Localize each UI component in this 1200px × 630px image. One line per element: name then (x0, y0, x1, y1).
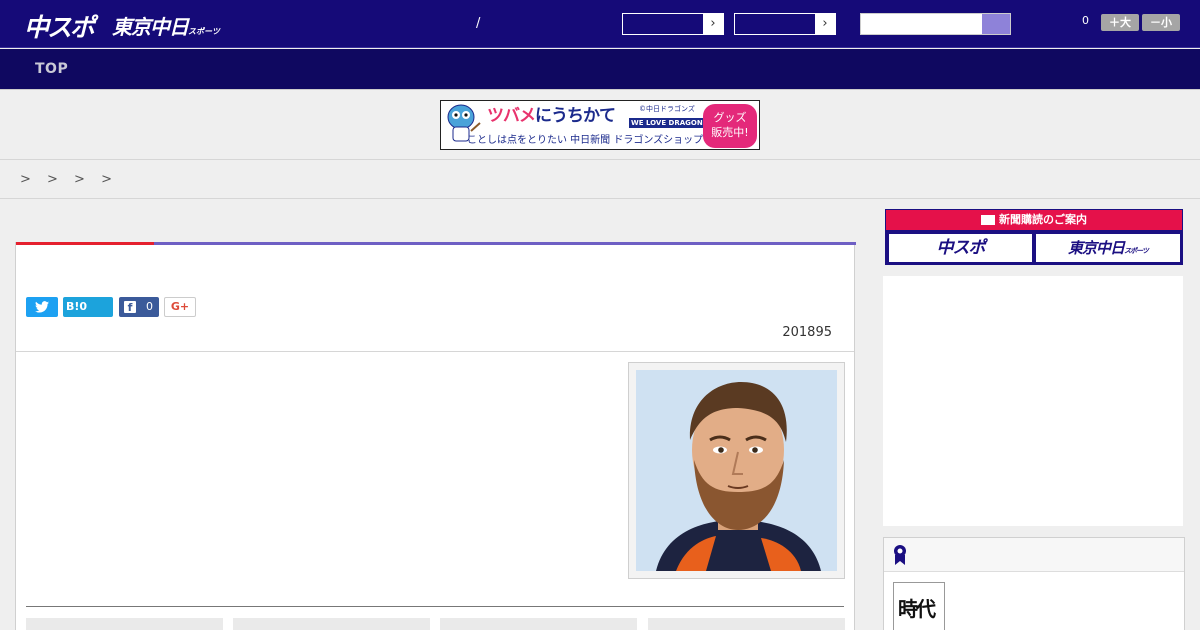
newspaper-icon (981, 215, 995, 225)
goods-line-1: グッズ (713, 111, 747, 124)
ribbon-award-icon (894, 545, 906, 565)
banner-slogan: WE LOVE DRAGONS (629, 118, 710, 128)
category-select-1[interactable]: › (622, 13, 724, 35)
nav-item-top[interactable]: TOP (35, 61, 68, 77)
tokyo-subscribe-text: 東京中日 (1068, 239, 1125, 257)
facebook-share-count: 0 (146, 300, 153, 313)
search-button[interactable] (982, 14, 1010, 34)
article-accent-red (16, 242, 154, 245)
hatena-bookmark-button[interactable]: B!0 (63, 297, 113, 317)
banner-zone: ツバメにうちかて ©中日ドラゴンズ WE LOVE DRAGONS ことしは点を… (0, 90, 1200, 160)
breadcrumb-divider (0, 198, 1200, 199)
article-count: 0 (1082, 14, 1089, 27)
chevron-right-icon: › (703, 14, 723, 34)
twitter-icon (35, 301, 49, 313)
related-article-thumb[interactable] (26, 618, 223, 630)
banner-subtext: ことしは点をとりたい 中日新聞 ドラゴンズショップ (467, 135, 704, 146)
banner-headline: ツバメにうちかて (487, 101, 616, 126)
tokyo-chunichi-subscribe-button[interactable]: 東京中日スポーツ (1036, 234, 1180, 262)
goods-line-2: 販売中! (711, 126, 749, 139)
article-date: 201895 (782, 325, 832, 340)
related-article-thumb[interactable] (233, 618, 430, 630)
tokyo-chunichi-logo[interactable]: 東京中日スポーツ (112, 11, 220, 40)
tokyo-subscribe-small: スポーツ (1124, 247, 1149, 255)
google-plus-share-button[interactable]: G+ (164, 297, 196, 317)
chuspo-logo[interactable]: 中スポ (24, 8, 95, 44)
tokyo-logo-text: 東京中日 (112, 15, 189, 39)
ranking-thumb[interactable]: 時代 (893, 582, 945, 630)
article-header-divider (16, 351, 854, 352)
subscription-guide: 新聞購読のご案内 中スポ 東京中日スポーツ (885, 209, 1183, 265)
portrait-illustration (636, 370, 837, 571)
site-header: 中スポ 東京中日スポーツ / › › 0 ＋大 －小 (0, 0, 1200, 48)
ranking-header (884, 538, 1184, 572)
dragons-shop-banner[interactable]: ツバメにうちかて ©中日ドラゴンズ WE LOVE DRAGONS ことしは点を… (440, 100, 760, 150)
chuspo-subscribe-button[interactable]: 中スポ (889, 234, 1032, 262)
font-size-large-button[interactable]: ＋大 (1101, 14, 1139, 31)
facebook-icon: f (124, 301, 136, 314)
subscription-heading-text: 新聞購読のご案内 (999, 213, 1087, 226)
banner-copyright: ©中日ドラゴンズ (639, 105, 695, 113)
breadcrumb[interactable]: > > > > (20, 172, 118, 187)
header-separator: / (476, 16, 481, 31)
twitter-share-button[interactable] (26, 297, 58, 317)
facebook-share-button[interactable]: f 0 (119, 297, 159, 317)
banner-headline-a: ツバメ (487, 106, 536, 126)
article-photo[interactable] (636, 370, 837, 571)
article-accent-blue (154, 242, 856, 245)
subscription-heading[interactable]: 新聞購読のご案内 (886, 210, 1182, 230)
category-select-2[interactable]: › (734, 13, 836, 35)
article-body-divider (26, 606, 844, 607)
related-article-thumb[interactable] (440, 618, 637, 630)
global-nav: TOP (0, 49, 1200, 90)
article-photo-frame (628, 362, 845, 579)
font-size-small-button[interactable]: －小 (1142, 14, 1180, 31)
tokyo-logo-small: スポーツ (188, 27, 220, 36)
chevron-right-icon: › (815, 14, 835, 34)
related-article-thumb[interactable] (648, 618, 845, 630)
ranking-thumb-text: 時代 (898, 597, 936, 621)
search-input[interactable] (860, 13, 1011, 35)
ranking-box: 時代 (883, 537, 1185, 630)
article-card: B!0 f 0 G+ 201895 (15, 242, 856, 630)
banner-headline-b: にうちかて (535, 106, 616, 126)
sidebar-ad[interactable] (883, 276, 1183, 526)
goods-badge: グッズ 販売中! (703, 104, 757, 148)
